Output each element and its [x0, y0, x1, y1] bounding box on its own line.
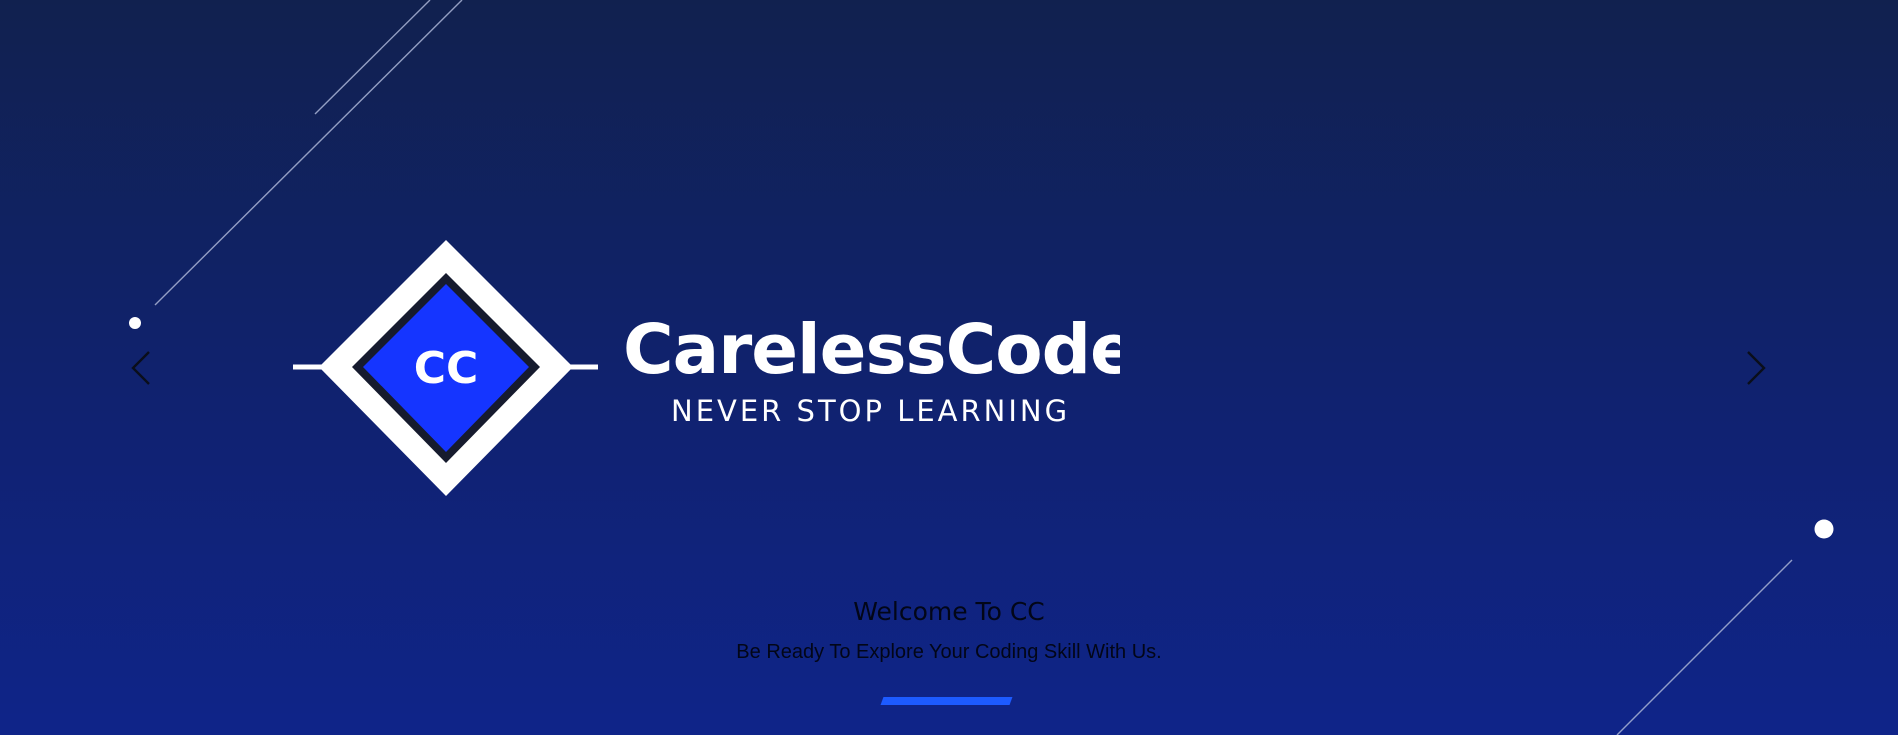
decor-line-1: [314, 0, 431, 115]
decor-dot-2: [1814, 519, 1834, 539]
slide-caption-subtitle: Be Ready To Explore Your Coding Skill Wi…: [736, 641, 1162, 663]
carousel-indicator-active[interactable]: [880, 697, 1013, 705]
chevron-left-icon: [131, 351, 150, 385]
carousel-prev-button[interactable]: [121, 348, 161, 388]
brand-logo: CC CarelessCoder NEVER STOP LEARNING: [293, 240, 1120, 496]
logo-monogram: CC: [414, 343, 479, 394]
slide-caption-title: Welcome To CC: [853, 597, 1045, 626]
logo-tagline: NEVER STOP LEARNING: [671, 394, 1070, 428]
logo-brand-name: CarelessCoder: [623, 310, 1120, 390]
carousel-next-button[interactable]: [1736, 348, 1776, 388]
hero-carousel: CC CarelessCoder NEVER STOP LEARNING Wel…: [0, 0, 1898, 735]
chevron-right-icon: [1747, 351, 1766, 385]
decor-dot-1: [129, 317, 141, 329]
